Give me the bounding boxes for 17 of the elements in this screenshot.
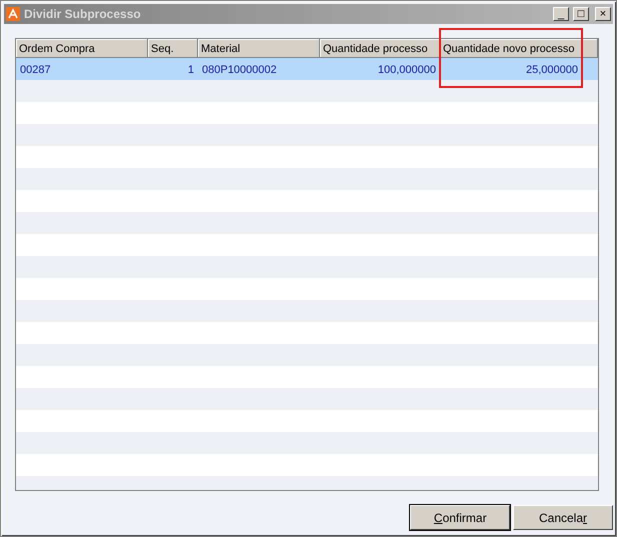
table-cell-text: 25,000000 <box>525 63 579 78</box>
dialog-button[interactable]: Confirmar <box>410 505 510 530</box>
minimize-button[interactable]: _ <box>553 7 569 21</box>
column-header[interactable]: Ordem Compra <box>16 39 148 58</box>
close-button[interactable]: × <box>595 7 611 21</box>
app-icon <box>6 7 20 21</box>
table-cell-text: 080P10000002 <box>201 63 278 78</box>
column-header[interactable]: Seq. <box>148 39 198 58</box>
column-header[interactable]: Quantidade processo <box>320 39 440 58</box>
table-row[interactable]: 00287 1 080P10000002 100,000000 25,000000 <box>16 58 598 80</box>
table-cell-text: 1 <box>186 63 195 78</box>
column-header[interactable]: Material <box>198 39 320 58</box>
table-cell-text: 00287 <box>19 63 52 78</box>
maximize-button[interactable]: □ <box>573 7 589 21</box>
window-title: Dividir Subprocesso <box>24 6 141 23</box>
dialog-button[interactable]: Cancelar <box>513 505 613 530</box>
table-cell-text: 100,000000 <box>376 63 437 78</box>
